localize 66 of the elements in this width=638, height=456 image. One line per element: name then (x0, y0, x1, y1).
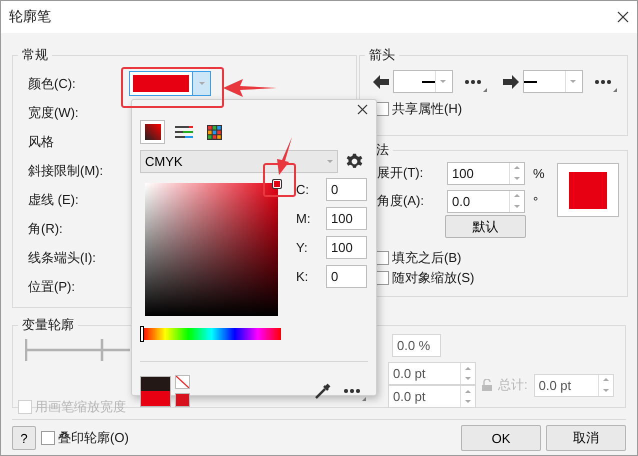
total-field[interactable]: 0.0 pt (534, 374, 614, 396)
percent-field[interactable]: 0.0 % (392, 334, 441, 357)
no-color-swatch[interactable] (175, 375, 190, 389)
color-mixer-icon (144, 124, 160, 140)
field-label: 角(R): (28, 220, 63, 236)
field-label: 位置(P): (28, 278, 75, 294)
field-label: 展开(T): (377, 165, 424, 180)
palette-grid-icon (207, 124, 222, 140)
field-label: 宽度(W): (28, 104, 79, 120)
start-arrow-select[interactable] (393, 70, 453, 93)
width-field[interactable]: 0.0 pt (388, 385, 476, 408)
right-arrow-icon (503, 74, 519, 88)
field-label: 斜接限制(M): (28, 162, 104, 178)
checkbox-label: 填充之后(B) (392, 249, 462, 267)
lock-icon (482, 379, 492, 391)
color-handle[interactable] (272, 179, 282, 189)
field-label: 颜色(C): (28, 76, 76, 90)
hue-slider[interactable] (140, 326, 281, 342)
ok-button[interactable]: OK (461, 425, 541, 451)
checkbox[interactable] (41, 431, 55, 445)
color-model-select[interactable]: CMYK (140, 150, 338, 173)
window-title: 轮廓笔 (9, 8, 51, 26)
channel-field[interactable]: 0 (326, 178, 367, 201)
sliders-icon (174, 125, 192, 139)
unit-label: % (533, 166, 545, 180)
left-arrow-icon (373, 74, 389, 88)
channel-label: C: (296, 182, 310, 197)
line-style-icon (524, 80, 537, 82)
channel-label: K: (296, 269, 310, 284)
color-picker-button[interactable] (129, 71, 211, 96)
line-style-icon (422, 80, 435, 82)
group-title: 常规 (21, 46, 49, 64)
highlight-frame (263, 163, 296, 197)
default-button[interactable]: 默认 (445, 215, 526, 238)
stretch-field[interactable]: 100 (447, 162, 525, 184)
checkbox-label: 用画笔缩放宽度 (35, 398, 126, 416)
nib-preview (557, 163, 619, 217)
close-icon[interactable] (357, 104, 368, 115)
group-title: 变量轮廓 (21, 316, 75, 334)
settings-icon[interactable] (346, 153, 363, 170)
field-label: 线条端头(I): (28, 250, 96, 264)
close-icon[interactable] (617, 11, 629, 23)
mode-tab[interactable] (140, 120, 165, 144)
channel-label: Y: (296, 240, 309, 255)
color-swatch (140, 376, 171, 406)
channel-field[interactable]: 0 (326, 265, 367, 288)
color-swatch[interactable] (175, 393, 190, 407)
field-label: 角度(A): (377, 193, 424, 208)
unit-label: ° (533, 194, 538, 208)
field-label: 虚线 (E): (28, 192, 79, 206)
eyedropper-icon[interactable] (314, 382, 332, 400)
slider-thumb[interactable] (140, 326, 144, 342)
channel-label: M: (296, 211, 312, 226)
total-label: 总计: (498, 376, 528, 394)
group-title: 法 (375, 141, 390, 159)
checkbox-label: 叠印轮廓(O) (58, 429, 129, 447)
angle-field[interactable]: 0.0 (447, 190, 525, 212)
width-field[interactable]: 0.0 pt (388, 362, 476, 385)
checkbox-label: 随对象缩放(S) (392, 269, 474, 287)
checkbox-label: 共享属性(H) (392, 100, 462, 118)
group-title: 箭头 (368, 46, 396, 64)
channel-field[interactable]: 100 (326, 236, 367, 259)
help-button[interactable]: ? (12, 426, 36, 450)
field-label: 风格 (28, 134, 54, 148)
cancel-button[interactable]: 取消 (546, 425, 626, 451)
channel-field[interactable]: 100 (326, 207, 367, 230)
